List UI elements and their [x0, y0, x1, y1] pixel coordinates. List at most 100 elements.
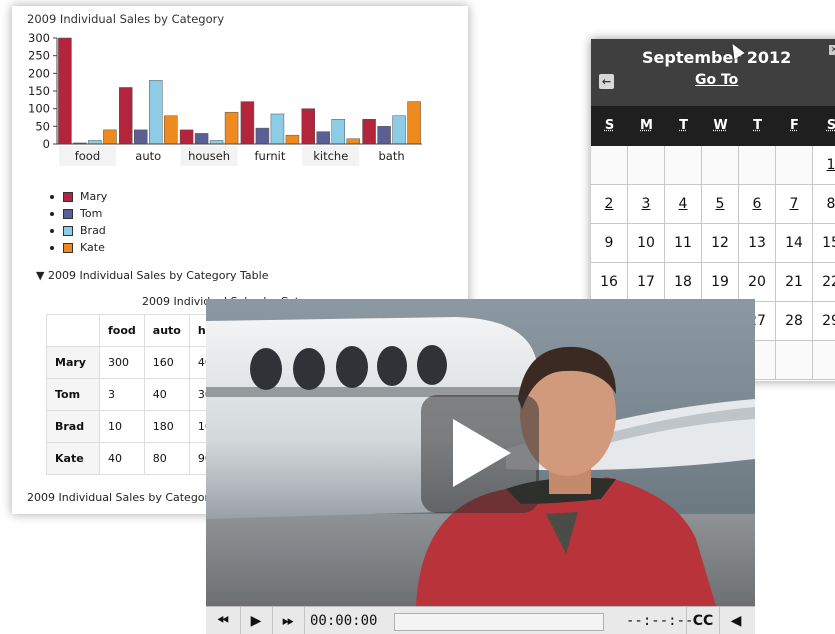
row-header: Kate: [47, 443, 100, 475]
column-header: auto: [144, 315, 189, 347]
table-row: Brad 10 180 10: [47, 411, 230, 443]
fast-forward-icon[interactable]: ⏩︎: [272, 607, 305, 634]
table-row: Tom 3 40 30: [47, 379, 230, 411]
weekday-label: T: [739, 106, 776, 146]
bar-brad-bath: [393, 116, 406, 144]
play-overlay-button[interactable]: [421, 395, 539, 513]
table-cell: 10: [100, 411, 145, 443]
bar-tom-furnit: [256, 128, 269, 144]
progress-bar[interactable]: [394, 613, 604, 631]
calendar-day[interactable]: 21: [776, 263, 813, 302]
row-header: Mary: [47, 347, 100, 379]
calendar-day[interactable]: 20: [739, 263, 776, 302]
chart-title: 2009 Individual Sales by Category: [27, 12, 224, 26]
goto-link[interactable]: Go To: [695, 72, 738, 88]
arrow-left-icon[interactable]: ←: [599, 74, 614, 89]
table-cell: 3: [100, 379, 145, 411]
calendar-day[interactable]: 7: [776, 185, 813, 224]
x-tick-label: auto: [135, 149, 161, 163]
bar-mary-bath: [363, 119, 376, 144]
calendar-day[interactable]: 3: [628, 185, 665, 224]
bar-tom-bath: [378, 126, 391, 144]
table-cell: 80: [144, 443, 189, 475]
legend-swatch: [63, 192, 73, 202]
bullet-icon: [50, 212, 54, 216]
calendar-header: September 2012 Go To ← ✕: [591, 39, 835, 106]
x-axis: food auto househ furnit kitche bath: [57, 144, 422, 166]
calendar-day[interactable]: 9: [591, 224, 628, 263]
calendar-day[interactable]: 22: [813, 263, 835, 302]
calendar-empty-cell: [739, 146, 776, 185]
bar-kate-food: [103, 130, 116, 144]
bar-tom-auto: [134, 130, 147, 144]
weekday-header-row: SMTWTFS: [591, 106, 835, 146]
calendar-empty-cell: [591, 146, 628, 185]
bar-brad-furnit: [271, 114, 284, 144]
bar-kate-kitche: [347, 139, 360, 144]
calendar-day[interactable]: 12: [702, 224, 739, 263]
rewind-icon[interactable]: ⏪︎: [206, 607, 241, 634]
bar-mary-kitche: [302, 109, 315, 144]
bar-kate-auto: [164, 116, 177, 144]
bar-mary-food: [58, 38, 71, 144]
x-tick-label: kitche: [313, 149, 348, 163]
table-toggle[interactable]: ▼ 2009 Individual Sales by Category Tabl…: [36, 269, 268, 282]
calendar-empty-cell: [702, 146, 739, 185]
calendar-day[interactable]: 19: [702, 263, 739, 302]
calendar-day[interactable]: 16: [591, 263, 628, 302]
bar-brad-auto: [149, 80, 162, 144]
legend-item-tom: Tom: [50, 205, 107, 222]
legend-label: Kate: [80, 241, 105, 254]
calendar-day[interactable]: 18: [665, 263, 702, 302]
calendar-day[interactable]: 6: [739, 185, 776, 224]
legend-label: Mary: [80, 190, 107, 203]
bar-mary-househ: [180, 130, 193, 144]
calendar-day[interactable]: 29: [813, 302, 835, 341]
calendar-day[interactable]: 5: [702, 185, 739, 224]
calendar-day[interactable]: 13: [739, 224, 776, 263]
weekday-label: T: [665, 106, 702, 146]
bullet-icon: [50, 195, 54, 199]
y-tick-label: 50: [35, 119, 50, 133]
bar-brad-househ: [210, 140, 223, 144]
weekday-label: W: [702, 106, 739, 146]
current-time: 00:00:00: [310, 607, 377, 634]
sales-table: food auto hou Mary 300 160 40 Tom 3 40 3…: [46, 314, 230, 475]
calendar-day[interactable]: 14: [776, 224, 813, 263]
bar-brad-food: [88, 140, 101, 144]
bar-kate-furnit: [286, 135, 299, 144]
bar-mary-auto: [119, 87, 132, 144]
calendar-day[interactable]: 4: [665, 185, 702, 224]
video-player[interactable]: ⏪︎ ▶︎ ⏩︎ 00:00:00 --:--:-- CC ◀︎: [206, 299, 755, 634]
bar-tom-househ: [195, 133, 208, 144]
close-icon[interactable]: ✕: [829, 45, 835, 55]
table-row: Mary 300 160 40: [47, 347, 230, 379]
bar-brad-kitche: [332, 119, 345, 144]
volume-icon[interactable]: ◀︎: [724, 607, 748, 634]
bars: [58, 38, 420, 144]
weekday-label: S: [813, 106, 835, 146]
calendar-day[interactable]: 15: [813, 224, 835, 263]
calendar-day[interactable]: 11: [665, 224, 702, 263]
calendar-empty-cell: [665, 146, 702, 185]
calendar-empty-cell: [776, 146, 813, 185]
calendar-day[interactable]: 8: [813, 185, 835, 224]
table-cell: 40: [144, 379, 189, 411]
legend-swatch: [63, 243, 73, 253]
legend-item-mary: Mary: [50, 188, 107, 205]
calendar-day[interactable]: 2: [591, 185, 628, 224]
play-icon[interactable]: ▶︎: [240, 607, 273, 634]
calendar-day[interactable]: 1: [813, 146, 835, 185]
table-cell: 160: [144, 347, 189, 379]
calendar-day[interactable]: 17: [628, 263, 665, 302]
table-cell: 40: [100, 443, 145, 475]
calendar-day[interactable]: 28: [776, 302, 813, 341]
calendar-empty-cell: [813, 341, 835, 380]
y-tick-label: 250: [28, 49, 50, 63]
calendar-day[interactable]: 10: [628, 224, 665, 263]
x-tick-label: bath: [379, 149, 405, 163]
calendar-month-title: September 2012: [642, 48, 791, 67]
closed-captions-button[interactable]: CC: [686, 607, 720, 634]
y-tick-label: 200: [28, 66, 50, 80]
legend-label: Tom: [80, 207, 102, 220]
